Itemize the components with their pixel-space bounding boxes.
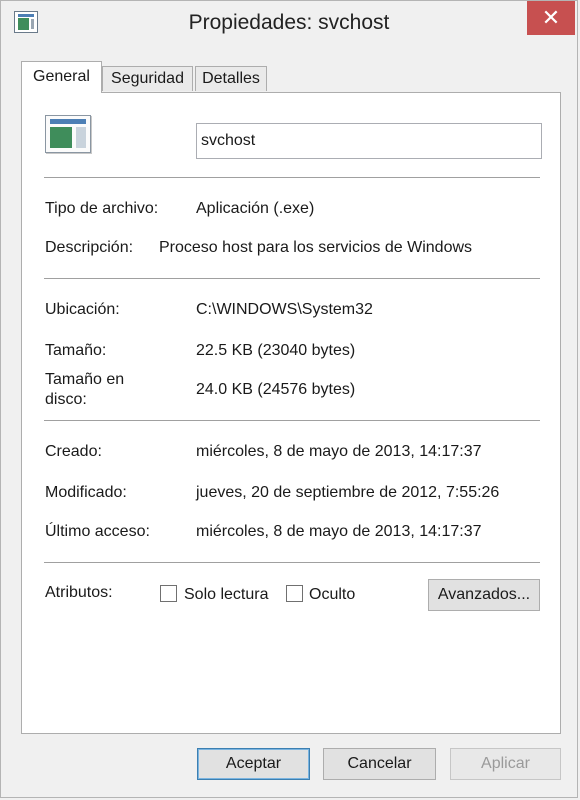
attributes-label: Atributos: [45,584,113,601]
tab-seguridad[interactable]: Seguridad [102,66,193,91]
file-type-label: Tipo de archivo: [45,200,159,217]
apply-button[interactable]: Aplicar [450,748,561,780]
size-on-disk-value: 24.0 KB (24576 bytes) [196,381,356,398]
file-name-field[interactable] [196,123,542,159]
description-label: Descripción: [45,239,134,256]
close-icon: ✕ [541,5,561,30]
size-on-disk-label: Tamaño en disco: [45,370,124,410]
cancel-button[interactable]: Cancelar [323,748,436,780]
hidden-label[interactable]: Oculto [309,585,355,604]
size-on-disk-label-line2: disco: [45,391,87,408]
separator [44,420,540,421]
size-on-disk-label-line1: Tamaño en [45,371,125,388]
separator [44,177,540,178]
general-tab-panel: Tipo de archivo: Aplicación (.exe) Descr… [21,92,561,734]
last-access-label: Último acceso: [45,523,150,540]
modified-label: Modificado: [45,484,127,501]
close-button[interactable]: ✕ [527,1,575,35]
window-title: Propiedades: svchost [188,11,390,34]
title-bar[interactable]: Propiedades: svchost ✕ [1,1,577,47]
location-label: Ubicación: [45,301,120,318]
location-value: C:\WINDOWS\System32 [196,301,373,318]
ok-button[interactable]: Aceptar [197,748,310,780]
advanced-button[interactable]: Avanzados... [428,579,540,611]
separator [44,562,540,563]
read-only-label[interactable]: Solo lectura [184,585,269,604]
size-value: 22.5 KB (23040 bytes) [196,342,356,359]
created-value: miércoles, 8 de mayo de 2013, 14:17:37 [196,443,482,460]
description-value: Proceso host para los servicios de Windo… [159,239,473,256]
tab-general[interactable]: General [21,61,102,93]
file-type-value: Aplicación (.exe) [196,200,315,217]
modified-value: jueves, 20 de septiembre de 2012, 7:55:2… [196,484,500,501]
separator [44,278,540,279]
size-label: Tamaño: [45,342,107,359]
created-label: Creado: [45,443,102,460]
last-access-value: miércoles, 8 de mayo de 2013, 14:17:37 [196,523,482,540]
properties-dialog: Propiedades: svchost ✕ General Seguridad… [0,0,578,798]
read-only-checkbox[interactable] [160,585,177,602]
executable-file-icon [45,115,91,153]
hidden-checkbox[interactable] [286,585,303,602]
tab-detalles[interactable]: Detalles [195,66,267,91]
